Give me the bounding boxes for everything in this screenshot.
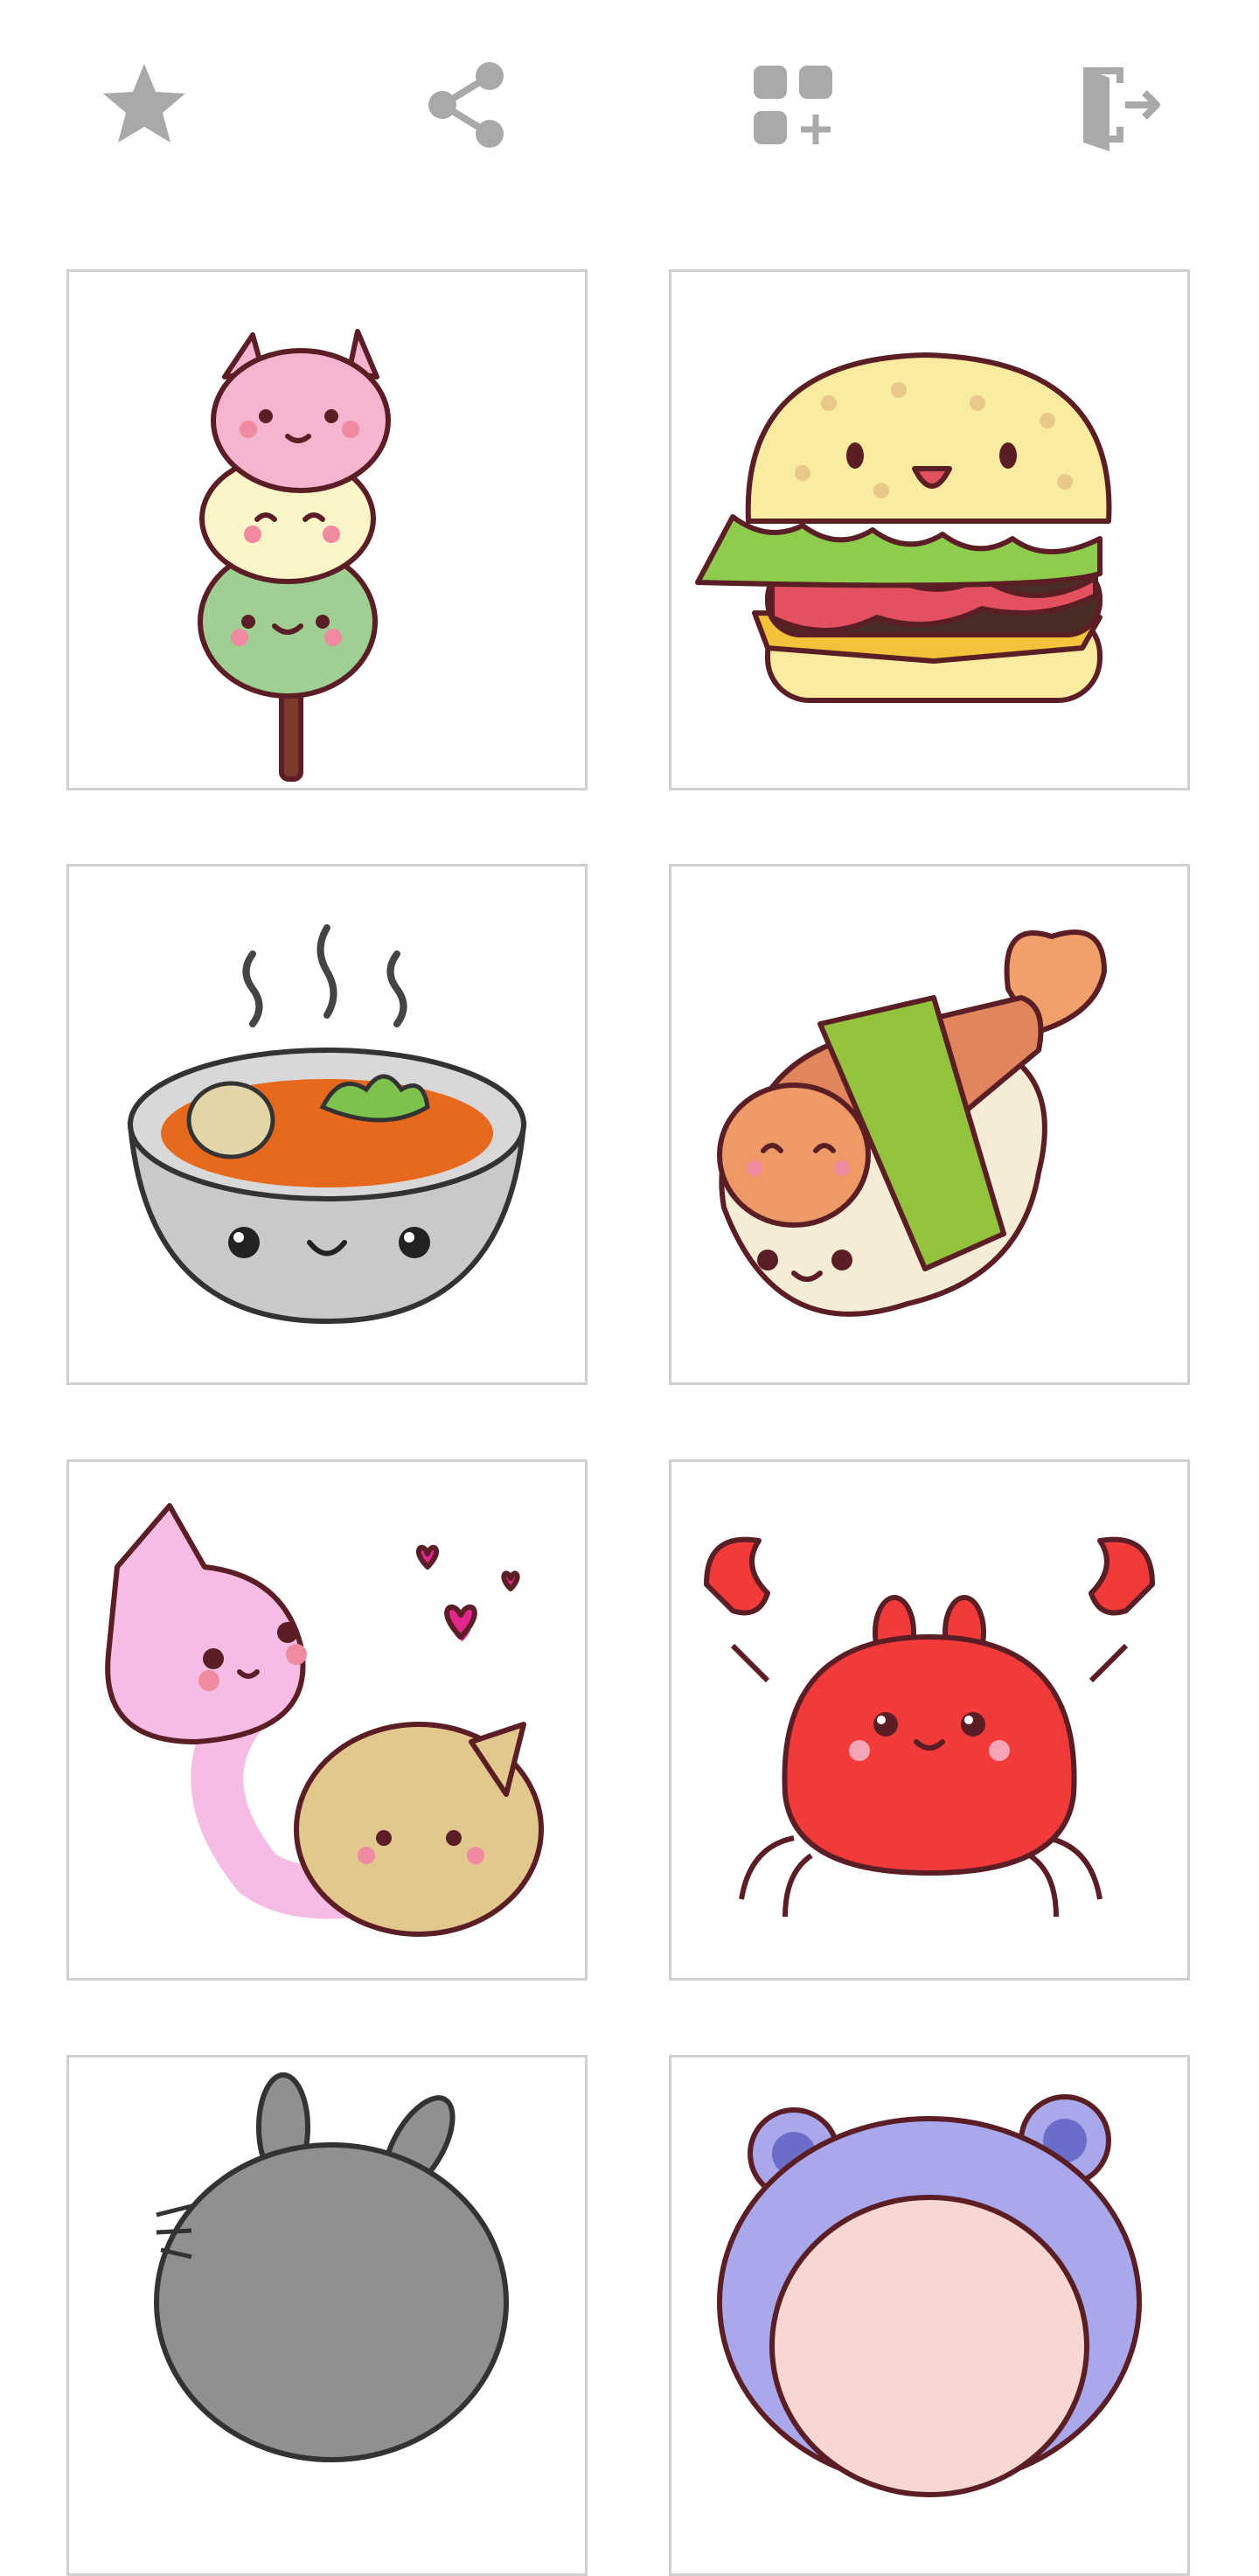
dango-cat-illustration [198,329,391,782]
soup-bowl-illustration [127,924,527,1325]
totoro-illustration [154,2072,509,2462]
shrimp-sushi-illustration [717,929,1107,1317]
coloring-gallery [0,0,1259,2576]
crab-illustration [704,1536,1155,1918]
bear-hood-illustration [717,2094,1142,2497]
gallery-item-totoro[interactable] [66,2055,588,2576]
hamburger-illustration [695,352,1112,703]
gallery-item-bear-hood[interactable] [669,2055,1190,2576]
gallery-item-cats-love[interactable] [66,1459,588,1981]
gallery-item-soup-bowl[interactable] [66,864,588,1385]
gallery-item-shrimp-sushi[interactable] [669,864,1190,1385]
gallery-item-dango-cat[interactable] [66,269,588,790]
cats-love-illustration [105,1503,544,1937]
gallery-item-crab[interactable] [669,1459,1190,1981]
gallery-item-hamburger[interactable] [669,269,1190,790]
